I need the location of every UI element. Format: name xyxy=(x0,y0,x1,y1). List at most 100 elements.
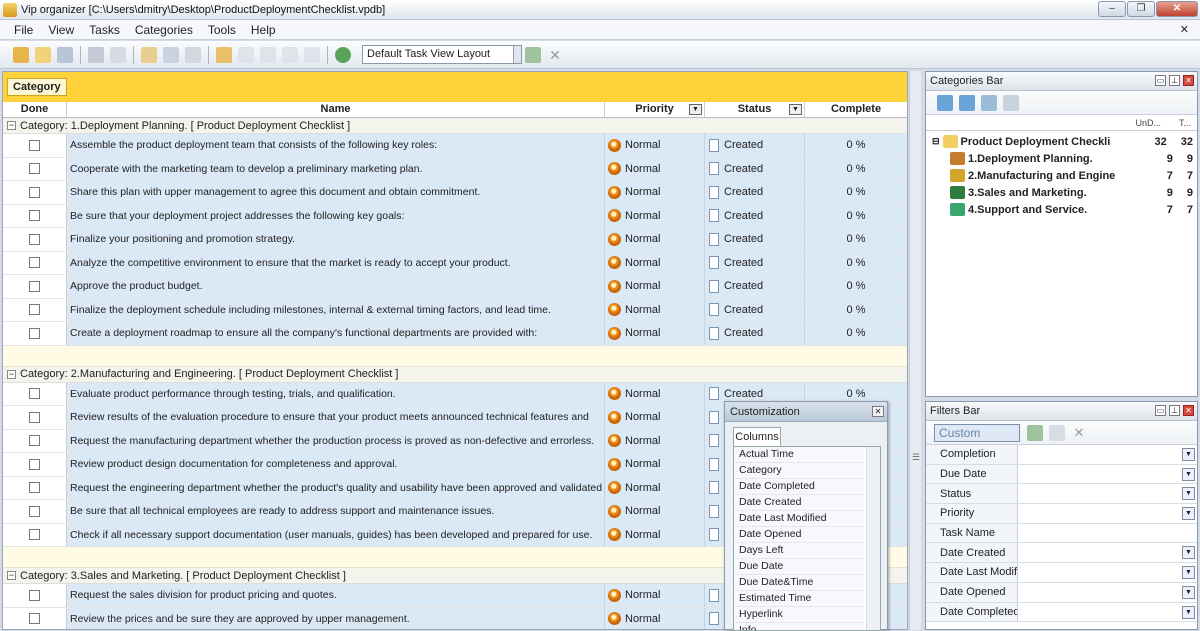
task-name-cell[interactable]: Cooperate with the marketing team to dev… xyxy=(67,157,605,180)
pin-icon[interactable]: ⊥ xyxy=(1169,405,1180,416)
priority-cell[interactable]: Normal xyxy=(605,251,705,274)
priority-cell[interactable]: Normal xyxy=(605,382,705,405)
done-checkbox[interactable] xyxy=(29,589,40,601)
apply-filter-icon[interactable] xyxy=(1027,424,1043,441)
done-checkbox[interactable] xyxy=(29,529,40,541)
done-cell[interactable] xyxy=(3,228,67,251)
delete-category-icon[interactable] xyxy=(1003,94,1019,111)
delete-task-icon[interactable] xyxy=(185,46,201,63)
chevron-down-icon[interactable]: ▼ xyxy=(1182,467,1195,481)
status-cell[interactable]: Created xyxy=(705,181,805,204)
delete-layout-icon[interactable]: ✕ xyxy=(547,47,563,63)
done-cell[interactable] xyxy=(3,181,67,204)
mail-send-icon[interactable] xyxy=(282,46,298,63)
collapse-icon[interactable]: − xyxy=(7,369,16,379)
menu-categories[interactable]: Categories xyxy=(135,23,193,37)
table-row[interactable]: Assemble the product deployment team tha… xyxy=(3,134,907,158)
new-task-icon[interactable] xyxy=(141,46,157,63)
chevron-down-icon[interactable]: ▼ xyxy=(1182,448,1195,461)
status-cell[interactable]: Created xyxy=(705,322,805,345)
close-icon[interactable]: ✕ xyxy=(1183,75,1194,86)
window-icon[interactable]: ▭ xyxy=(1155,405,1166,416)
priority-cell[interactable]: Normal xyxy=(605,523,705,546)
task-name-cell[interactable]: Request the sales division for product p… xyxy=(67,584,605,607)
list-scrollbar[interactable] xyxy=(866,447,880,630)
apply-layout-icon[interactable] xyxy=(525,46,541,63)
column-chooser-item[interactable]: Date Created xyxy=(734,495,864,511)
window-icon[interactable]: ▭ xyxy=(1155,75,1166,86)
filter-row[interactable]: Date Completed ▼ xyxy=(926,602,1197,623)
done-cell[interactable] xyxy=(3,157,67,180)
task-name-cell[interactable]: Review the prices and be sure they are a… xyxy=(67,607,605,629)
menu-tasks[interactable]: Tasks xyxy=(89,23,120,37)
priority-cell[interactable]: Normal xyxy=(605,322,705,345)
category-root[interactable]: ⊟ Product Deployment Checklis 32 32 xyxy=(926,133,1197,150)
task-name-cell[interactable]: Be sure that all technical employees are… xyxy=(67,500,605,523)
filter-value[interactable]: ▼ xyxy=(1018,445,1197,464)
done-cell[interactable] xyxy=(3,523,67,546)
database-icon[interactable] xyxy=(13,46,29,63)
filter-row[interactable]: Status ▼ xyxy=(926,484,1197,505)
complete-cell[interactable]: 0 % xyxy=(805,228,907,251)
column-chooser-item[interactable]: Days Left xyxy=(734,543,864,559)
table-row[interactable]: Analyze the competitive environment to e… xyxy=(3,251,907,275)
task-name-cell[interactable]: Share this plan with upper management to… xyxy=(67,181,605,204)
table-row[interactable]: Approve the product budget. Normal Created… xyxy=(3,275,907,299)
chevron-down-icon[interactable] xyxy=(513,46,521,63)
done-cell[interactable] xyxy=(3,322,67,345)
table-row[interactable]: Create a deployment roadmap to ensure al… xyxy=(3,322,907,346)
table-row[interactable]: Cooperate with the marketing team to dev… xyxy=(3,157,907,181)
task-name-cell[interactable]: Finalize the deployment schedule includi… xyxy=(67,298,605,321)
col-priority[interactable]: Priority ▼ xyxy=(605,102,705,117)
priority-cell[interactable]: Normal xyxy=(605,181,705,204)
forward-icon[interactable] xyxy=(335,46,351,63)
task-name-cell[interactable]: Evaluate product performance through tes… xyxy=(67,382,605,405)
chevron-down-icon[interactable]: ▼ xyxy=(1182,585,1195,599)
filter-row[interactable]: Completion ▼ xyxy=(926,445,1197,465)
task-name-cell[interactable]: Review results of the evaluation procedu… xyxy=(67,406,605,429)
filter-row[interactable]: Date Last Modifie ▼ xyxy=(926,563,1197,583)
status-cell[interactable]: Created xyxy=(705,251,805,274)
done-checkbox[interactable] xyxy=(29,458,40,470)
priority-cell[interactable]: Normal xyxy=(605,275,705,298)
column-chooser-item[interactable]: Date Last Modified xyxy=(734,511,864,527)
status-cell[interactable]: Created xyxy=(705,204,805,227)
close-button[interactable]: ✕ xyxy=(1156,1,1198,17)
category-item[interactable]: 4.Support and Service. 7 7 xyxy=(926,201,1197,218)
filter-row[interactable]: Priority ▼ xyxy=(926,504,1197,524)
category-item[interactable]: 1.Deployment Planning. 9 9 xyxy=(926,150,1197,167)
add-category-icon[interactable] xyxy=(937,94,953,111)
new-file-icon[interactable] xyxy=(35,46,51,63)
pin-icon[interactable]: ⊥ xyxy=(1169,75,1180,86)
done-checkbox[interactable] xyxy=(29,163,40,175)
column-chooser-item[interactable]: Due Date xyxy=(734,559,864,575)
col-done[interactable]: Done xyxy=(3,102,67,117)
status-cell[interactable]: Created xyxy=(705,157,805,180)
priority-cell[interactable]: Normal xyxy=(605,584,705,607)
group-row[interactable]: − Category: 1.Deployment Planning. [ Prod… xyxy=(3,118,907,134)
priority-cell[interactable]: Normal xyxy=(605,453,705,476)
col-name[interactable]: Name xyxy=(67,102,605,117)
column-chooser-item[interactable]: Actual Time xyxy=(734,447,864,463)
filter-row[interactable]: Date Opened ▼ xyxy=(926,582,1197,603)
collapse-icon[interactable]: ⊟ xyxy=(932,136,940,147)
task-name-cell[interactable]: Finalize your positioning and promotion … xyxy=(67,228,605,251)
filter-row[interactable]: Due Date ▼ xyxy=(926,464,1197,485)
filter-value[interactable]: ▼ xyxy=(1018,464,1197,484)
done-cell[interactable] xyxy=(3,476,67,499)
task-name-cell[interactable]: Be sure that your deployment project add… xyxy=(67,204,605,227)
save-icon[interactable] xyxy=(57,46,73,63)
column-chooser-item[interactable]: Category xyxy=(734,463,864,479)
priority-cell[interactable]: Normal xyxy=(605,429,705,452)
menu-file[interactable]: File xyxy=(14,23,33,37)
done-cell[interactable] xyxy=(3,298,67,321)
filter-value[interactable]: ▼ xyxy=(1018,504,1197,523)
close-icon[interactable]: ✕ xyxy=(1183,405,1194,416)
done-checkbox[interactable] xyxy=(29,139,40,151)
filter-row[interactable]: Task Name xyxy=(926,523,1197,544)
filter-value[interactable]: ▼ xyxy=(1018,563,1197,582)
minimize-button[interactable]: – xyxy=(1098,1,1126,17)
edit-category-icon[interactable] xyxy=(981,94,997,111)
filter-value[interactable]: ▼ xyxy=(1018,582,1197,602)
mail-receive-icon[interactable] xyxy=(304,46,320,63)
